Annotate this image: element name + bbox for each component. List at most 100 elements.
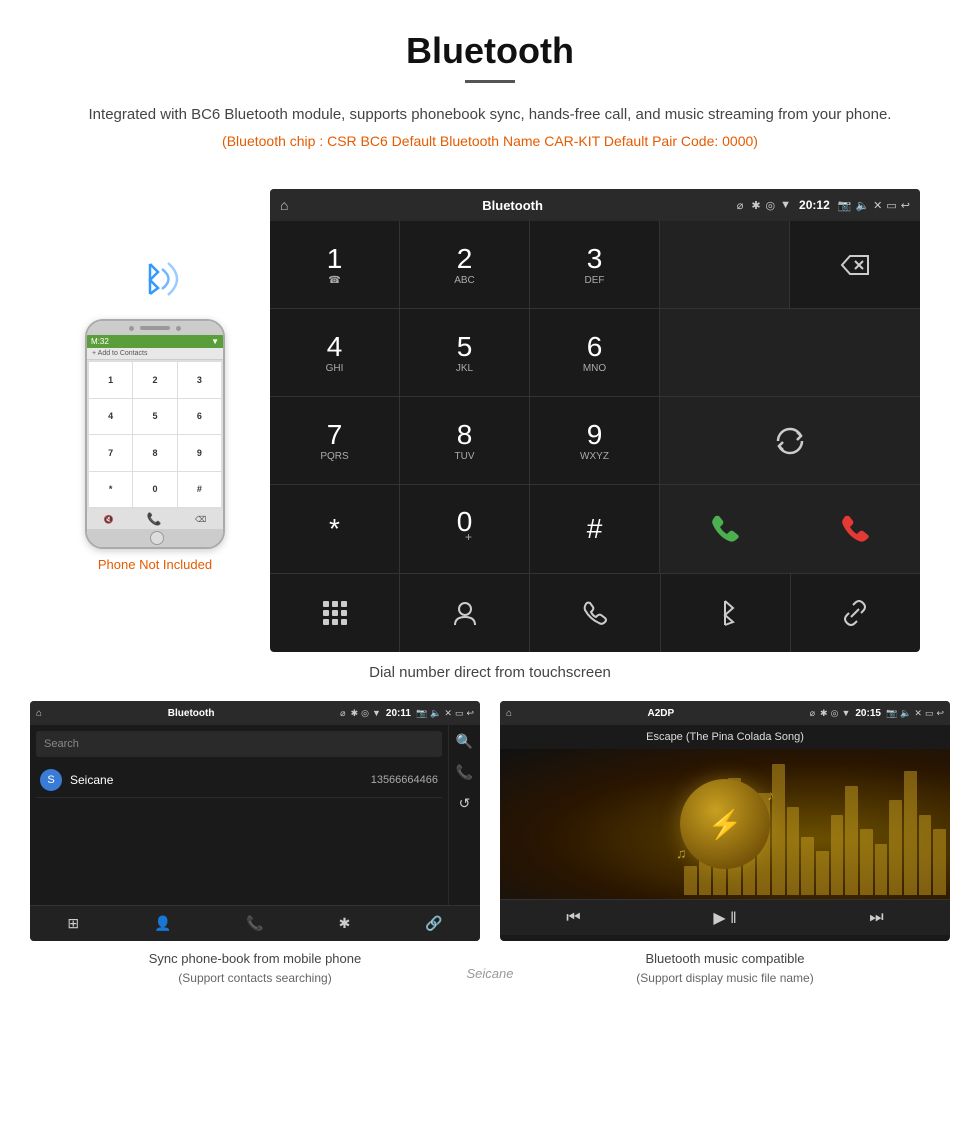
phone-key-9[interactable]: 9 xyxy=(178,435,221,471)
pb-loc-icon: ◎ xyxy=(361,708,369,719)
pb-usb-icon: ⌀ xyxy=(340,708,345,719)
dial-key-hash[interactable]: # xyxy=(530,485,660,573)
volume-icon: 🔈 xyxy=(855,199,869,212)
pb-time: 20:11 xyxy=(386,708,411,719)
refresh-icon[interactable]: ↺ xyxy=(459,795,471,812)
phone-call-bar: M:32▼ xyxy=(87,335,223,348)
phonebook-caption-main: Sync phone-book from mobile phone xyxy=(149,949,361,969)
phone-bottom-row: 🔇 📞 ⌫ xyxy=(87,509,223,529)
contact-name: Seicane xyxy=(70,773,371,787)
album-bluetooth-icon: ⚡ xyxy=(708,808,743,841)
phonebook-list: Search S Seicane 13566664466 xyxy=(30,725,448,929)
search-bar[interactable]: Search xyxy=(36,731,442,757)
ms-back-icon: ↩ xyxy=(936,708,944,719)
page-title: Bluetooth xyxy=(40,30,940,72)
dial-call-button[interactable] xyxy=(660,485,790,573)
dial-key-8[interactable]: 8TUV xyxy=(400,397,530,485)
phone-mockup-wrap: M:32▼ + Add to Contacts 1 2 3 4 5 6 7 8 … xyxy=(60,249,250,652)
dial-android-screen: ⌂ Bluetooth ⌀ ✱ ◎ ▼ 20:12 📷 🔈 ✕ ▭ ↩ 1☎ xyxy=(270,189,920,652)
phonebook-right-actions: 🔍 📞 ↺ xyxy=(448,725,480,929)
skip-back-icon[interactable]: ⏮ xyxy=(566,909,580,927)
contacts-icon[interactable] xyxy=(400,574,530,652)
pb-home-icon[interactable]: ⌂ xyxy=(36,708,42,719)
ms-signal-icon: ▼ xyxy=(841,708,850,718)
dial-empty-1 xyxy=(660,221,790,309)
album-circle: ⚡ ♪ ♫ xyxy=(680,779,770,869)
pb-win-icon: ▭ xyxy=(455,708,464,719)
call-icon[interactable]: 📞 xyxy=(456,764,473,781)
pb-right-icons: 📷 🔈 ✕ ▭ ↩ xyxy=(416,708,474,719)
bluetooth-specs: (Bluetooth chip : CSR BC6 Default Blueto… xyxy=(40,133,940,149)
phone-key-6[interactable]: 6 xyxy=(178,399,221,435)
dial-key-2[interactable]: 2ABC xyxy=(400,221,530,309)
phone-key-star[interactable]: * xyxy=(89,472,132,508)
dial-refresh-area[interactable] xyxy=(660,397,920,485)
contact-row[interactable]: S Seicane 13566664466 xyxy=(36,763,442,798)
home-icon[interactable]: ⌂ xyxy=(280,197,288,213)
contact-number: 13566664466 xyxy=(371,774,438,786)
status-right-icons: 📷 🔈 ✕ ▭ ↩ xyxy=(838,199,910,212)
camera-icon: 📷 xyxy=(838,199,852,212)
dial-key-3[interactable]: 3DEF xyxy=(530,221,660,309)
phone-dot xyxy=(129,326,134,331)
phone-add-contact: + Add to Contacts xyxy=(87,348,223,360)
phonebook-screen-wrap: ⌂ Bluetooth ⌀ ✱ ◎ ▼ 20:11 📷 🔈 ✕ ▭ ↩ xyxy=(30,701,480,987)
pb-screen-title: Bluetooth xyxy=(47,708,335,719)
phone-key-hash[interactable]: # xyxy=(178,472,221,508)
search-placeholder: Search xyxy=(44,738,79,750)
phone-home-circle xyxy=(150,531,164,545)
dial-key-1[interactable]: 1☎ xyxy=(270,221,400,309)
search-icon[interactable]: 🔍 xyxy=(456,733,473,750)
phone-key-8[interactable]: 8 xyxy=(133,435,176,471)
pb-bt-bottom-icon[interactable]: ✱ xyxy=(339,915,351,932)
bluetooth-icon[interactable] xyxy=(661,574,791,652)
phone-key-0[interactable]: 0 xyxy=(133,472,176,508)
dial-end-button[interactable] xyxy=(790,485,920,573)
ms-vol-icon: 🔈 xyxy=(900,708,911,719)
phone-key-5[interactable]: 5 xyxy=(133,399,176,435)
pb-phone-icon[interactable]: 📞 xyxy=(246,915,263,932)
ms-time: 20:15 xyxy=(855,708,881,719)
phone-key-7[interactable]: 7 xyxy=(89,435,132,471)
dial-key-4[interactable]: 4GHI xyxy=(270,309,400,397)
contact-avatar: S xyxy=(40,769,62,791)
music-note-1: ♪ xyxy=(767,787,774,803)
pb-grid-icon[interactable]: ⊞ xyxy=(67,915,79,932)
dialpad-icon[interactable] xyxy=(270,574,400,652)
play-pause-icon[interactable]: ▶ ‖ xyxy=(713,908,736,928)
dial-key-9[interactable]: 9WXYZ xyxy=(530,397,660,485)
dial-backspace[interactable] xyxy=(790,221,920,309)
music-android-screen: ⌂ A2DP ⌀ ✱ ◎ ▼ 20:15 📷 🔈 ✕ ▭ ↩ Escape xyxy=(500,701,950,941)
pb-user-icon[interactable]: 👤 xyxy=(154,915,171,932)
dial-empty-2 xyxy=(660,309,920,397)
dial-caption: Dial number direct from touchscreen xyxy=(0,652,980,701)
skip-forward-icon[interactable]: ⏭ xyxy=(869,909,883,927)
phone-key-3[interactable]: 3 xyxy=(178,362,221,398)
page-header: Bluetooth Integrated with BC6 Bluetooth … xyxy=(0,0,980,179)
phone-key-4[interactable]: 4 xyxy=(89,399,132,435)
title-underline xyxy=(465,80,515,83)
call-log-icon[interactable] xyxy=(530,574,660,652)
status-time: 20:12 xyxy=(799,198,830,212)
pb-status-icons: ✱ ◎ ▼ xyxy=(351,708,381,719)
page-description: Integrated with BC6 Bluetooth module, su… xyxy=(40,103,940,127)
phone-key-1[interactable]: 1 xyxy=(89,362,132,398)
dial-key-5[interactable]: 5JKL xyxy=(400,309,530,397)
dial-key-0[interactable]: 0+ xyxy=(400,485,530,573)
dial-key-star[interactable]: * xyxy=(270,485,400,573)
phone-home-button[interactable] xyxy=(87,529,225,547)
phone-speaker xyxy=(140,326,170,330)
phone-key-2[interactable]: 2 xyxy=(133,362,176,398)
music-caption-main: Bluetooth music compatible xyxy=(636,949,813,969)
dial-key-7[interactable]: 7PQRS xyxy=(270,397,400,485)
ms-win-icon: ▭ xyxy=(925,708,934,719)
dial-screen-title: Bluetooth xyxy=(296,198,728,213)
dial-key-6[interactable]: 6MNO xyxy=(530,309,660,397)
ms-x-icon: ✕ xyxy=(914,708,922,719)
close-icon: ✕ xyxy=(873,199,882,212)
ms-home-icon[interactable]: ⌂ xyxy=(506,708,512,719)
music-screen-wrap: ⌂ A2DP ⌀ ✱ ◎ ▼ 20:15 📷 🔈 ✕ ▭ ↩ Escape xyxy=(500,701,950,987)
phonebook-caption-sub: (Support contacts searching) xyxy=(149,969,361,987)
link-icon[interactable] xyxy=(791,574,920,652)
pb-link-bottom-icon[interactable]: 🔗 xyxy=(425,915,442,932)
